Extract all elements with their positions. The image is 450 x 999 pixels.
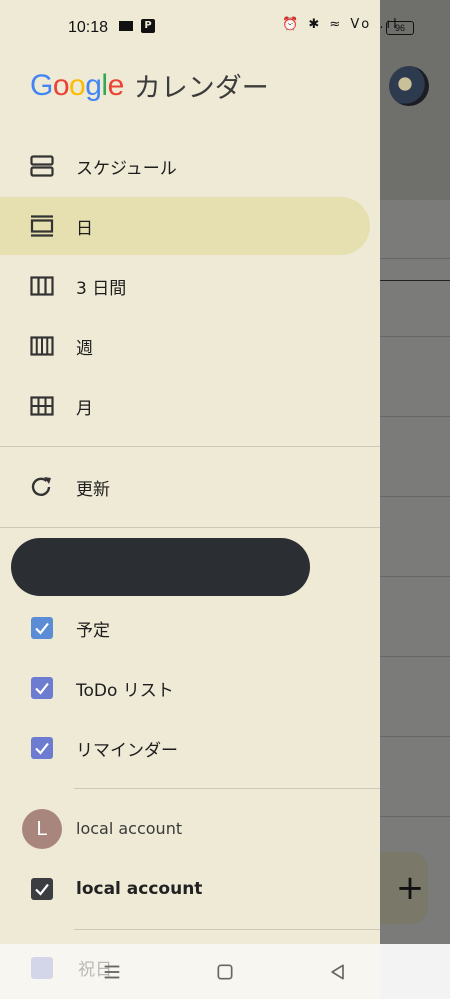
checkbox-checked[interactable] [31, 617, 53, 639]
back-icon[interactable] [326, 960, 350, 984]
day-icon [30, 215, 54, 237]
google-logo: Google [30, 68, 124, 102]
background-divider [380, 336, 450, 337]
nav-item-schedule[interactable]: スケジュール [0, 137, 370, 195]
background-divider [380, 258, 450, 259]
check-icon [35, 682, 49, 695]
nav-label: 日 [76, 218, 93, 239]
check-icon [35, 742, 49, 755]
three-day-icon [30, 276, 54, 296]
calendar-item-local-account[interactable]: local account [0, 864, 380, 914]
week-icon [30, 336, 54, 356]
divider [0, 446, 380, 447]
status-bar: 10:18 P ⏰ ✱ ≈ Vo .ıl 96 [0, 14, 450, 44]
local-account-header: local account [76, 819, 183, 838]
status-time: 10:18 [68, 19, 109, 36]
app-title: Google カレンダー [30, 66, 269, 105]
background-divider [380, 736, 450, 737]
nav-item-month[interactable]: 月 [0, 377, 370, 435]
nav-item-three-days[interactable]: 3 日間 [0, 257, 370, 315]
local-account-avatar: L [22, 809, 62, 849]
month-icon [30, 396, 54, 416]
nav-label: 週 [76, 338, 93, 359]
check-icon [35, 622, 49, 635]
nav-item-day[interactable]: 日 [0, 197, 370, 255]
checkbox-checked[interactable] [31, 956, 53, 979]
calendar-item-reminders[interactable]: リマインダー [0, 723, 380, 773]
background-divider [380, 280, 450, 281]
notification-app-icon: P [141, 19, 155, 33]
background-divider [380, 416, 450, 417]
calendar-item-events[interactable]: 予定 [0, 603, 380, 653]
calendar-item-todo[interactable]: ToDo リスト [0, 663, 380, 713]
schedule-icon [30, 155, 54, 177]
background-divider [380, 496, 450, 497]
app-name: カレンダー [133, 73, 269, 104]
account-avatar[interactable] [389, 66, 429, 106]
refresh-button[interactable]: 更新 [0, 458, 370, 516]
status-indicators: ⏰ ✱ ≈ Vo .ıl [282, 17, 400, 32]
refresh-icon [31, 477, 51, 496]
refresh-label: 更新 [76, 479, 110, 500]
divider [74, 788, 380, 789]
divider [74, 929, 380, 930]
background-divider [380, 576, 450, 577]
checkbox-checked[interactable] [31, 878, 53, 900]
system-navigation-bar: 祝日 [0, 944, 450, 999]
recent-apps-icon[interactable] [100, 960, 124, 984]
checkbox-checked[interactable] [31, 677, 53, 699]
redacted-account-email [11, 538, 310, 596]
calendar-label: 予定 [76, 620, 110, 641]
nav-item-week[interactable]: 週 [0, 317, 370, 375]
divider [0, 527, 380, 528]
nav-label: スケジュール [76, 158, 177, 179]
calendar-label: ToDo リスト [76, 680, 174, 701]
calendar-label: local account [76, 879, 203, 899]
navigation-drawer: Google カレンダー スケジュール 日 3 日間 週 月 更新 予定 ToD… [0, 0, 380, 999]
mail-icon [119, 21, 133, 31]
home-icon[interactable] [213, 960, 237, 984]
checkbox-checked[interactable] [31, 737, 53, 759]
calendar-label: リマインダー [76, 740, 178, 761]
nav-label: 3 日間 [76, 278, 127, 299]
nav-label: 月 [76, 398, 93, 419]
background-divider [380, 816, 450, 817]
check-icon [35, 883, 49, 896]
background-divider [380, 656, 450, 657]
battery-icon: 96 [386, 21, 414, 35]
